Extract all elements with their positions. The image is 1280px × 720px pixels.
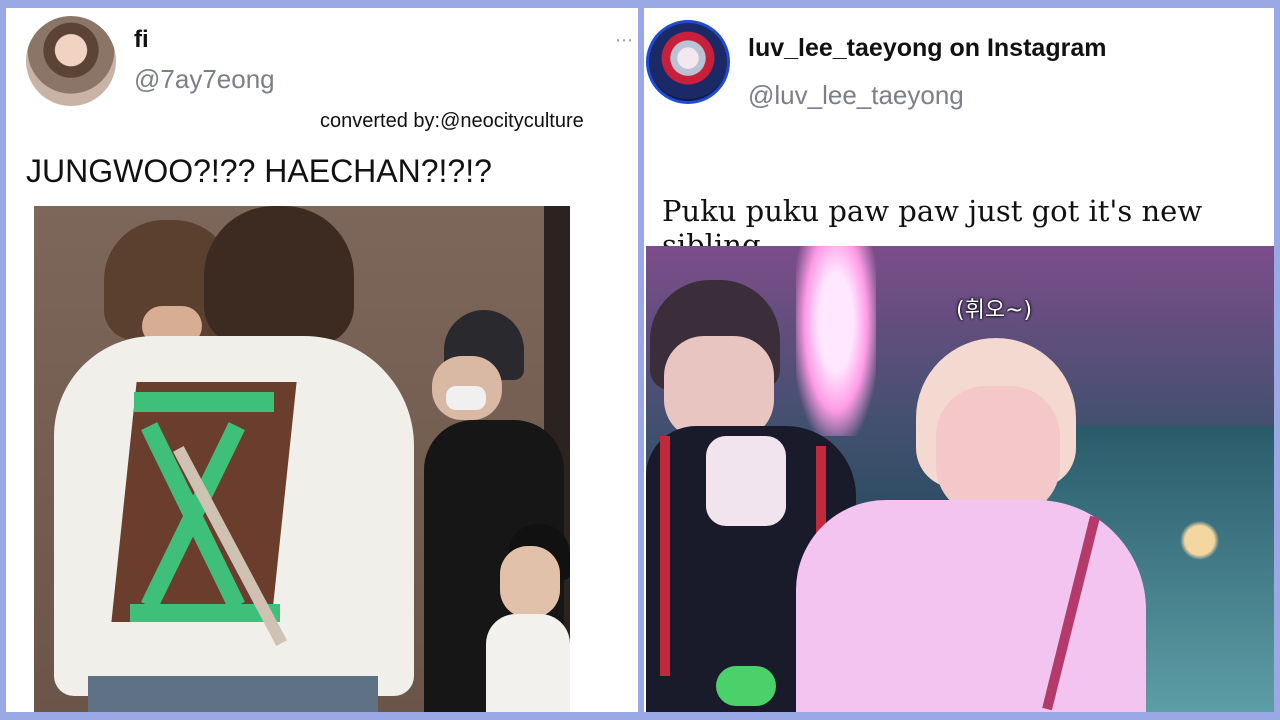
video-caption: (휘오~)	[956, 298, 1033, 323]
credit-text: converted by:@neocityculture	[320, 110, 584, 132]
right-post-card: luv_lee_taeyong on Instagram @luv_lee_ta…	[644, 8, 1274, 712]
display-name[interactable]: fi	[134, 26, 149, 54]
display-name[interactable]: luv_lee_taeyong on Instagram	[748, 34, 1106, 63]
avatar[interactable]	[646, 20, 730, 104]
post-photo[interactable]	[34, 206, 570, 712]
user-handle[interactable]: @luv_lee_taeyong	[748, 80, 964, 111]
post-text: JUNGWOO?!?? HAECHAN?!?!?	[26, 153, 492, 189]
left-post-card: fi @7ay7eong ⋯ converted by:@neocitycult…	[6, 8, 638, 712]
avatar[interactable]	[26, 16, 116, 106]
user-handle[interactable]: @7ay7eong	[134, 64, 275, 95]
more-options-icon[interactable]: ⋯	[615, 30, 634, 51]
